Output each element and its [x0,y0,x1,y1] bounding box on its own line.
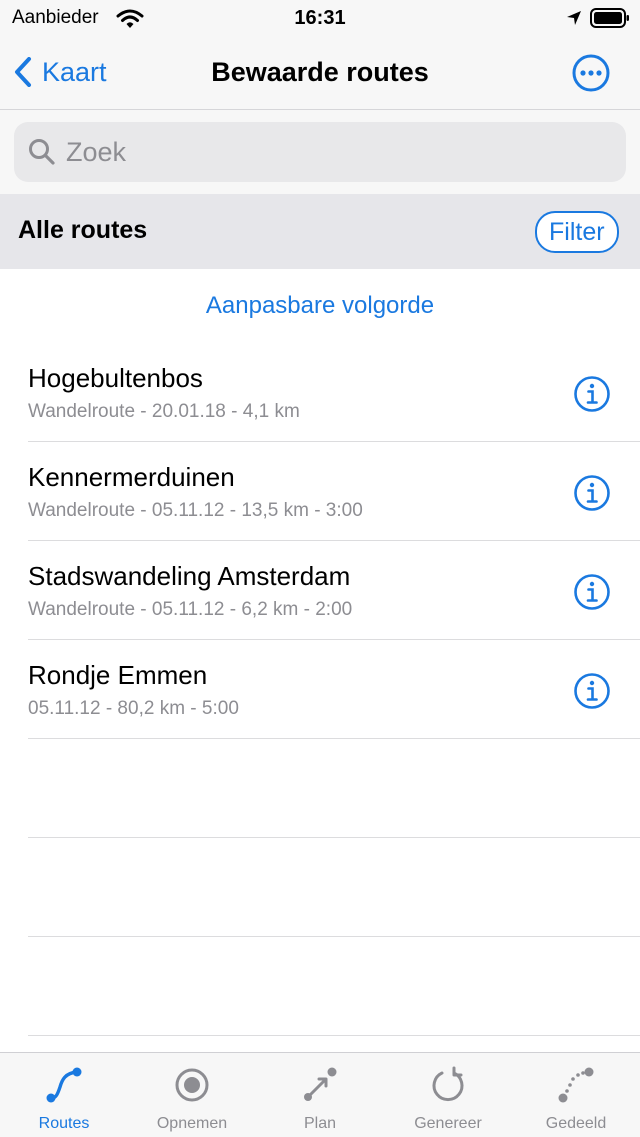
info-icon[interactable] [573,474,611,517]
tab-label: Plan [303,1115,337,1132]
tab-routes[interactable]: Routes [0,1053,128,1137]
route-row[interactable]: Hogebultenbos Wandelroute - 20.01.18 - 4… [28,343,640,442]
record-icon [172,1065,212,1110]
route-name: Hogebultenbos [28,363,203,393]
info-icon[interactable] [573,375,611,418]
tab-genereer[interactable]: Genereer [384,1053,512,1137]
tab-label: Genereer [414,1115,482,1132]
navigation-bar: Kaart Bewaarde routes [0,40,640,110]
filter-button[interactable]: Filter [535,211,619,253]
section-title: Alle routes [18,216,148,244]
location-arrow-icon [566,10,582,31]
tab-bar: Routes Opnemen Plan Genereer Gedeeld [0,1052,640,1137]
route-details: 05.11.12 - 80,2 km - 5:00 [28,698,239,719]
sort-order-link[interactable]: Aanpasbare volgorde [0,292,640,320]
empty-row-divider [28,937,640,1036]
plan-arrow-icon [300,1065,340,1110]
status-time: 16:31 [294,7,346,29]
route-row[interactable]: Kennermerduinen Wandelroute - 05.11.12 -… [28,442,640,541]
status-bar: Aanbieder 16:31 [0,0,640,40]
search-icon [28,138,56,171]
tab-label: Gedeeld [545,1115,607,1132]
route-details: Wandelroute - 05.11.12 - 6,2 km - 2:00 [28,599,353,620]
section-header: Alle routes Filter [0,194,640,269]
route-path-icon [44,1065,84,1110]
route-details: Wandelroute - 05.11.12 - 13,5 km - 3:00 [28,500,363,521]
ellipsis-circle-icon [572,54,610,92]
search-field[interactable] [14,122,626,182]
route-name: Stadswandeling Amsterdam [28,561,351,591]
empty-row-divider [28,739,640,838]
more-options-button[interactable] [571,53,611,98]
tab-label: Routes [38,1115,90,1132]
info-icon[interactable] [573,573,611,616]
route-row[interactable]: Stadswandeling Amsterdam Wandelroute - 0… [28,541,640,640]
tab-gedeeld[interactable]: Gedeeld [512,1053,640,1137]
route-name: Rondje Emmen [28,660,208,690]
empty-row-divider [28,838,640,937]
route-details: Wandelroute - 20.01.18 - 4,1 km [28,401,300,422]
battery-icon [590,8,630,33]
tab-opnemen[interactable]: Opnemen [128,1053,256,1137]
route-list: Hogebultenbos Wandelroute - 20.01.18 - 4… [0,343,640,1036]
search-area [0,110,640,194]
route-row[interactable]: Rondje Emmen 05.11.12 - 80,2 km - 5:00 [28,640,640,739]
refresh-icon [428,1065,468,1110]
info-icon[interactable] [573,672,611,715]
route-name: Kennermerduinen [28,462,235,492]
page-title: Bewaarde routes [211,57,429,87]
tab-plan[interactable]: Plan [256,1053,384,1137]
search-input[interactable] [66,122,606,182]
tab-label: Opnemen [156,1115,228,1132]
shared-path-icon [556,1065,596,1110]
